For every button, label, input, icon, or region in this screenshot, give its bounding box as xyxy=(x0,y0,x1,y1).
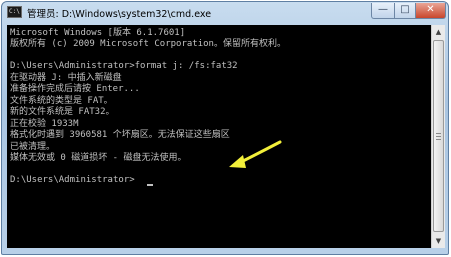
cmd-icon[interactable]: C:\ xyxy=(7,6,22,18)
scroll-up-button[interactable]: ▲ xyxy=(432,25,445,39)
arrow-head xyxy=(229,155,246,168)
cmd-window: C:\ 管理员: D:\Windows\system32\cmd.exe — □… xyxy=(1,1,449,255)
close-button[interactable]: ✕ xyxy=(415,3,446,19)
vertical-scrollbar[interactable]: ▲ ▼ xyxy=(431,25,445,248)
thumb-grip xyxy=(436,136,441,137)
minimize-button[interactable]: — xyxy=(371,3,395,19)
scroll-down-button[interactable]: ▼ xyxy=(432,234,445,248)
scroll-thumb[interactable] xyxy=(433,40,444,232)
annotation-arrow xyxy=(229,140,282,168)
thumb-grip xyxy=(436,133,441,134)
arrow-shaft xyxy=(237,140,282,165)
console-output[interactable]: Microsoft Windows [版本 6.1.7601] 版权所有 (c)… xyxy=(7,25,431,248)
window-title: 管理员: D:\Windows\system32\cmd.exe xyxy=(27,9,212,20)
title-bar[interactable]: C:\ 管理员: D:\Windows\system32\cmd.exe — □… xyxy=(2,2,448,24)
maximize-button[interactable]: □ xyxy=(394,3,416,19)
thumb-grip xyxy=(436,139,441,140)
